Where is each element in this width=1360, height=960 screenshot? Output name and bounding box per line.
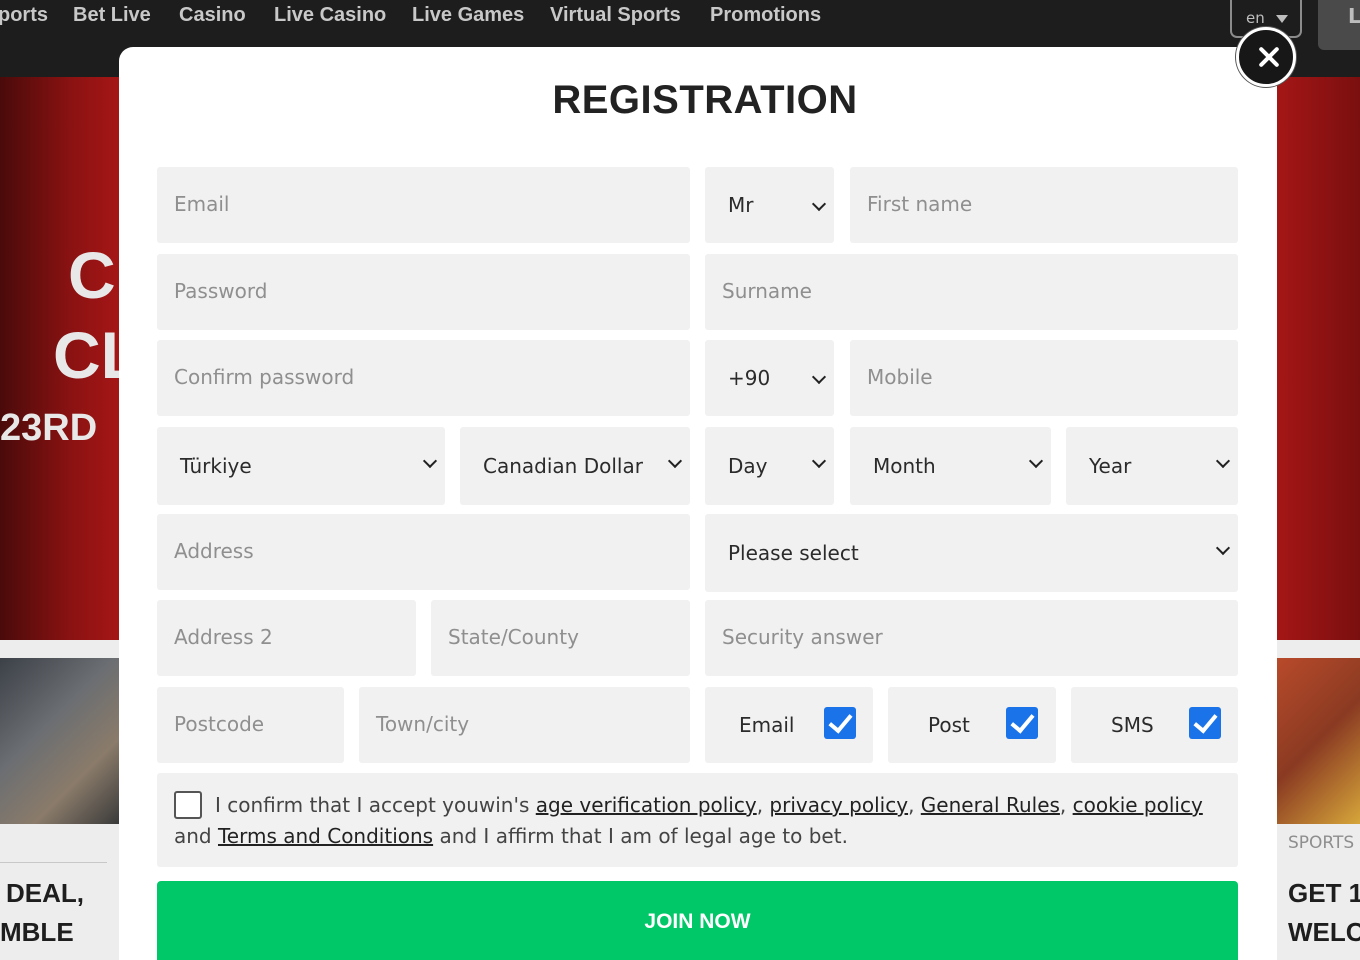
surname-placeholder: Surname [722,279,812,303]
modal-title: REGISTRATION [552,78,858,122]
mobile-field[interactable]: Mobile [850,340,1238,416]
chevron-down-icon [811,453,827,469]
nav-item-promotions[interactable]: Promotions [710,4,821,27]
first-name-field[interactable]: First name [850,167,1238,243]
age-verification-link[interactable]: age verification policy [536,793,757,817]
password-placeholder: Password [174,279,268,303]
chevron-down-icon [422,453,438,469]
birth-month-value: Month [873,454,936,478]
email-field[interactable]: Email [157,167,690,243]
contact-sms-checkbox[interactable] [1189,707,1221,739]
chevron-down-icon [1215,540,1231,556]
phone-code-select[interactable]: +90 [705,340,834,416]
contact-sms-option[interactable]: SMS [1071,687,1238,763]
title-select[interactable]: Mr [705,167,834,243]
terms-text-part3: and I affirm that I am of legal age to b… [433,824,848,848]
security-answer-placeholder: Security answer [722,625,883,649]
contact-email-label: Email [739,713,795,737]
country-select[interactable]: Türkiye [157,427,445,505]
contact-post-label: Post [928,713,970,737]
terms-separator: , [908,793,921,817]
divider [0,862,107,863]
hero-banner-right [1277,77,1360,640]
contact-post-checkbox[interactable] [1006,707,1038,739]
promo-image-right [1277,658,1360,824]
privacy-policy-link[interactable]: privacy policy [769,793,908,817]
security-question-select[interactable]: Please select [705,514,1238,592]
confirm-password-placeholder: Confirm password [174,365,355,389]
nav-item-sports[interactable]: ports [0,4,48,27]
mobile-placeholder: Mobile [867,365,933,389]
terms-text-part1: I confirm that I accept youwin's [215,793,536,817]
birth-day-select[interactable]: Day [705,427,834,505]
currency-select[interactable]: Canadian Dollar [460,427,690,505]
first-name-placeholder: First name [867,192,973,216]
close-button[interactable] [1236,27,1296,87]
state-field[interactable]: State/County [431,600,690,676]
state-placeholder: State/County [448,625,579,649]
general-rules-link[interactable]: General Rules [921,793,1060,817]
town-field[interactable]: Town/city [359,687,690,763]
address-field[interactable]: Address [157,514,690,590]
nav-item-bet-live[interactable]: Bet Live [73,4,151,27]
address-placeholder: Address [174,539,254,563]
address2-placeholder: Address 2 [174,625,273,649]
terms-conditions-link[interactable]: Terms and Conditions [218,824,433,848]
join-now-button[interactable]: JOIN NOW [157,881,1238,960]
chevron-down-icon [1215,453,1231,469]
cookie-policy-link[interactable]: cookie policy [1073,793,1203,817]
terms-separator: , [1059,793,1073,817]
terms-text-part2: and [174,824,218,848]
terms-separator: , [756,793,770,817]
hero-banner-left: C CL 23RD [0,77,119,640]
chevron-down-icon [1028,453,1044,469]
postcode-field[interactable]: Postcode [157,687,344,763]
chevron-down-icon [811,369,827,385]
chevron-down-icon [667,453,683,469]
promo-right-line1: GET 1 [1288,878,1360,908]
country-value: Türkiye [180,454,252,478]
contact-email-checkbox[interactable] [824,707,856,739]
login-button[interactable]: L [1318,0,1360,50]
nav-item-virtual-sports[interactable]: Virtual Sports [550,4,681,27]
postcode-placeholder: Postcode [174,712,265,736]
language-label: en [1246,9,1265,27]
nav-item-live-casino[interactable]: Live Casino [274,4,386,27]
currency-value: Canadian Dollar [483,454,643,478]
birth-day-value: Day [728,454,768,478]
caret-down-icon [1276,15,1288,23]
hero-text-line1: C [68,238,116,312]
password-field[interactable]: Password [157,254,690,330]
nav-item-live-games[interactable]: Live Games [412,4,524,27]
address2-field[interactable]: Address 2 [157,600,416,676]
promo-right-line2: WELC [1288,917,1360,947]
title-select-value: Mr [728,193,754,217]
birth-year-select[interactable]: Year [1066,427,1238,505]
terms-text: I confirm that I accept youwin's age ver… [174,790,1224,852]
security-question-value: Please select [728,541,859,565]
contact-email-option[interactable]: Email [705,687,873,763]
nav-item-casino[interactable]: Casino [179,4,246,27]
hero-text-line2: CL [53,318,119,392]
promo-left-line1: DEAL, [6,878,84,908]
town-placeholder: Town/city [376,712,470,736]
birth-year-value: Year [1089,454,1132,478]
hero-text-line3: 23RD [0,407,98,449]
security-answer-field[interactable]: Security answer [705,600,1238,676]
contact-post-option[interactable]: Post [888,687,1056,763]
phone-code-value: +90 [728,366,771,390]
login-label: L [1348,4,1360,28]
surname-field[interactable]: Surname [705,254,1238,330]
terms-section: I confirm that I accept youwin's age ver… [157,773,1238,867]
contact-sms-label: SMS [1111,713,1154,737]
birth-month-select[interactable]: Month [850,427,1051,505]
confirm-password-field[interactable]: Confirm password [157,340,690,416]
promo-category-label: SPORTS [1288,833,1355,853]
promo-image-left [0,658,119,824]
email-placeholder: Email [174,192,230,216]
promo-left-line2: MBLE [0,917,74,947]
chevron-down-icon [811,196,827,212]
